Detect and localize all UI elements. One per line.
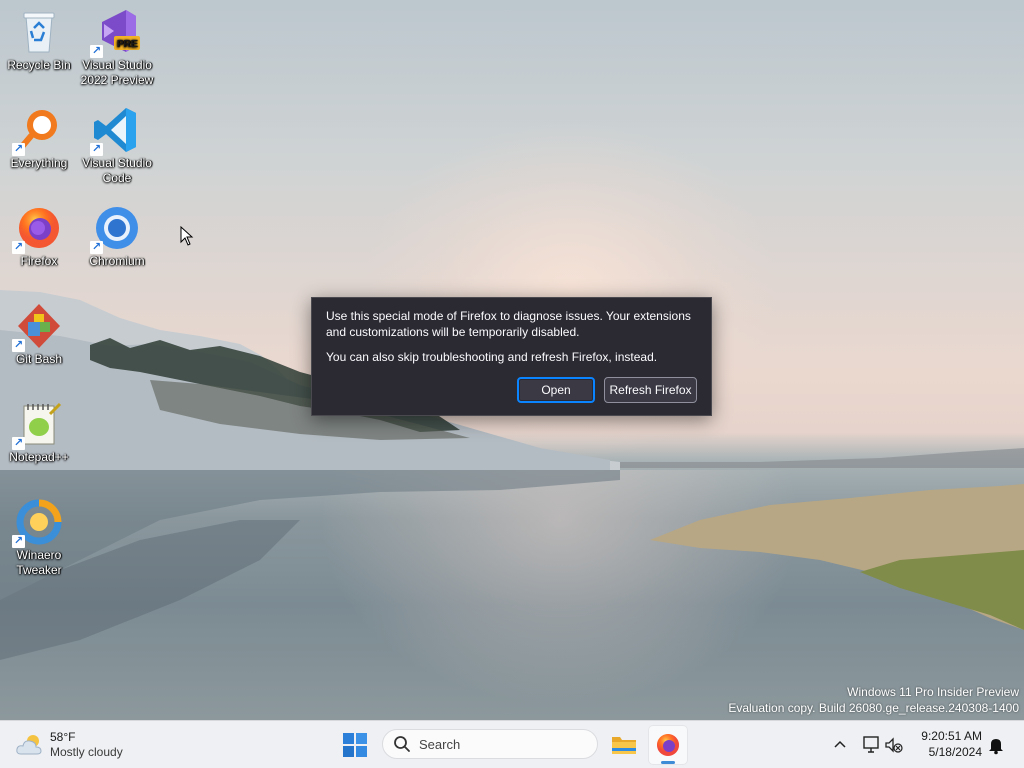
network-icon <box>863 736 879 753</box>
watermark-build: Evaluation copy. Build 26080.ge_release.… <box>728 701 1019 715</box>
taskbar-firefox[interactable] <box>648 725 688 765</box>
cloudy-weather-icon <box>16 735 42 755</box>
search-placeholder: Search <box>419 736 461 752</box>
start-button[interactable] <box>342 732 368 758</box>
weather-condition: Mostly cloudy <box>50 745 123 759</box>
desktop-icon-label: Firefox <box>20 254 58 268</box>
desktop-icon-notepad-plus-plus[interactable]: ↗ Notepad++ <box>0 400 78 465</box>
refresh-firefox-button[interactable]: Refresh Firefox <box>604 377 697 403</box>
show-hidden-icons-button[interactable] <box>829 734 851 756</box>
desktop-icon-label: Visual Studio 2022 Preview <box>80 58 154 87</box>
desktop-icon-vscode[interactable]: ↗ Visual Studio Code <box>78 106 156 186</box>
notepad-plus-plus-icon: ↗ <box>12 400 64 450</box>
taskbar-file-explorer[interactable] <box>604 725 644 765</box>
preview-badge: PRE <box>117 39 138 50</box>
shortcut-arrow-icon: ↗ <box>12 143 25 156</box>
chevron-up-icon <box>834 740 846 748</box>
dialog-refresh-message: You can also skip troubleshooting and re… <box>326 350 658 364</box>
desktop-icon-label: Recycle Bin <box>7 58 71 72</box>
windows-watermark: Windows 11 Pro Insider Preview Evaluatio… <box>728 684 1019 716</box>
taskbar-search-box[interactable]: Search <box>382 729 598 759</box>
dialog-message: Use this special mode of Firefox to diag… <box>326 309 691 339</box>
desktop-icon-firefox[interactable]: ↗ Firefox <box>0 204 78 269</box>
shortcut-arrow-icon: ↗ <box>90 45 103 58</box>
taskbar: 58°F Mostly cloudy Search 9:20:51 AM 5/1… <box>0 720 1024 768</box>
desktop-icon-visual-studio[interactable]: PRE ↗ Visual Studio 2022 Preview <box>78 8 156 88</box>
volume-muted-icon <box>885 737 903 753</box>
desktop-icon-winaero-tweaker[interactable]: ↗ Winaero Tweaker <box>0 498 78 578</box>
desktop-icon-label: Everything <box>10 156 68 170</box>
weather-temperature: 58°F <box>50 730 76 744</box>
shortcut-arrow-icon: ↗ <box>12 339 25 352</box>
shortcut-arrow-icon: ↗ <box>12 241 25 254</box>
mouse-cursor-icon <box>180 226 194 246</box>
desktop-icon-label: Visual Studio Code <box>82 156 152 185</box>
desktop-icon-label: Chromium <box>89 254 145 268</box>
winaero-tweaker-icon: ↗ <box>12 498 64 548</box>
shortcut-arrow-icon: ↗ <box>12 535 25 548</box>
desktop-icon-everything[interactable]: ↗ Everything <box>0 106 78 171</box>
desktop-icon-chromium[interactable]: ↗ Chromium <box>78 204 156 269</box>
shortcut-arrow-icon: ↗ <box>12 437 25 450</box>
visual-studio-icon: PRE ↗ <box>90 8 142 58</box>
open-button[interactable]: Open <box>517 377 595 403</box>
chromium-icon: ↗ <box>90 204 142 254</box>
shortcut-arrow-icon: ↗ <box>90 143 103 156</box>
taskbar-clock[interactable]: 9:20:51 AM 5/18/2024 <box>912 728 982 760</box>
file-explorer-icon <box>612 737 636 754</box>
desktop-icon-recycle-bin[interactable]: Recycle Bin <box>0 8 78 73</box>
clock-date: 5/18/2024 <box>928 745 982 759</box>
desktop-icon-git-bash[interactable]: ↗ Git Bash <box>0 302 78 367</box>
shortcut-arrow-icon: ↗ <box>90 241 103 254</box>
running-indicator <box>661 761 675 764</box>
git-bash-icon: ↗ <box>12 302 64 352</box>
notifications-button[interactable] <box>986 735 1006 755</box>
desktop-icon-label: Git Bash <box>15 352 63 366</box>
firefox-icon: ↗ <box>12 204 64 254</box>
vscode-icon: ↗ <box>90 106 142 156</box>
recycle-bin-icon <box>14 8 64 56</box>
firefox-troubleshoot-dialog: Use this special mode of Firefox to diag… <box>311 297 712 416</box>
firefox-icon <box>657 734 679 756</box>
desktop-icon-label: Winaero Tweaker <box>16 548 62 577</box>
windows-logo-icon <box>343 733 367 757</box>
watermark-edition: Windows 11 Pro Insider Preview <box>847 685 1019 699</box>
desktop-icon-label: Notepad++ <box>9 450 69 464</box>
clock-time: 9:20:51 AM <box>921 729 982 743</box>
bell-icon <box>989 739 1003 755</box>
system-tray-network-volume[interactable] <box>858 733 908 757</box>
weather-widget[interactable]: 58°F Mostly cloudy <box>14 728 123 762</box>
everything-search-icon: ↗ <box>12 106 64 156</box>
search-icon <box>394 736 410 752</box>
